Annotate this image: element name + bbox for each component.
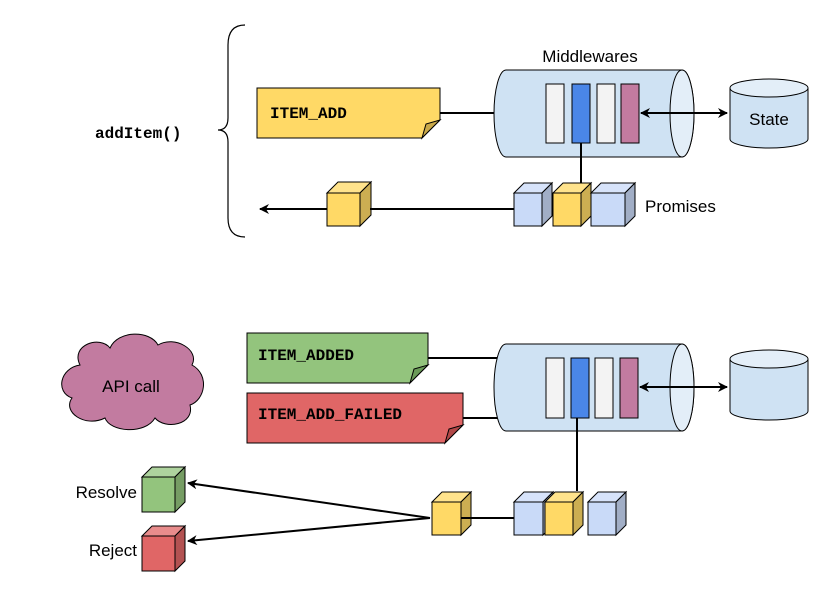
item-add-failed-note: ITEM_ADD_FAILED [246,392,465,445]
promise-cube [512,181,554,228]
promise-cube [586,490,628,537]
resolve-label: Resolve [76,483,137,502]
middleware-3 [594,357,614,419]
middleware-4 [619,357,639,419]
state-store-bottom [729,349,809,421]
resolve-cube [140,465,187,514]
reject-label: Reject [89,541,137,560]
middleware-2 [570,357,590,419]
promises-label: Promises [645,197,716,216]
middleware-3 [596,83,616,144]
resolve-arrow [187,479,431,519]
item-add-failed-label: ITEM_ADD_FAILED [258,406,402,424]
promise-cube-active [543,490,585,537]
state-label: State [749,110,789,129]
reject-cube [140,524,187,573]
promise-cube [589,181,637,228]
middleware-1 [545,83,565,144]
api-call-label: API call [102,377,160,396]
item-added-note: ITEM_ADDED [246,332,430,385]
item-add-label: ITEM_ADD [270,105,347,123]
redux-middleware-diagram: addItem() ITEM_ADD Middlewares State Pro… [61,24,809,573]
middleware-2 [571,83,591,144]
item-add-note: ITEM_ADD [256,87,442,140]
function-label: addItem() [95,125,181,143]
middlewares-label: Middlewares [542,47,637,66]
returned-promise-cube [325,180,373,228]
middleware-4 [620,83,640,144]
middleware-1 [545,357,565,419]
promise-cube-active [551,181,593,228]
returned-promise-cube [430,490,473,537]
state-store: State [729,78,809,149]
reject-arrow [187,517,431,546]
curly-brace [217,24,246,238]
api-call-cloud: API call [61,333,204,431]
item-added-label: ITEM_ADDED [258,347,354,365]
